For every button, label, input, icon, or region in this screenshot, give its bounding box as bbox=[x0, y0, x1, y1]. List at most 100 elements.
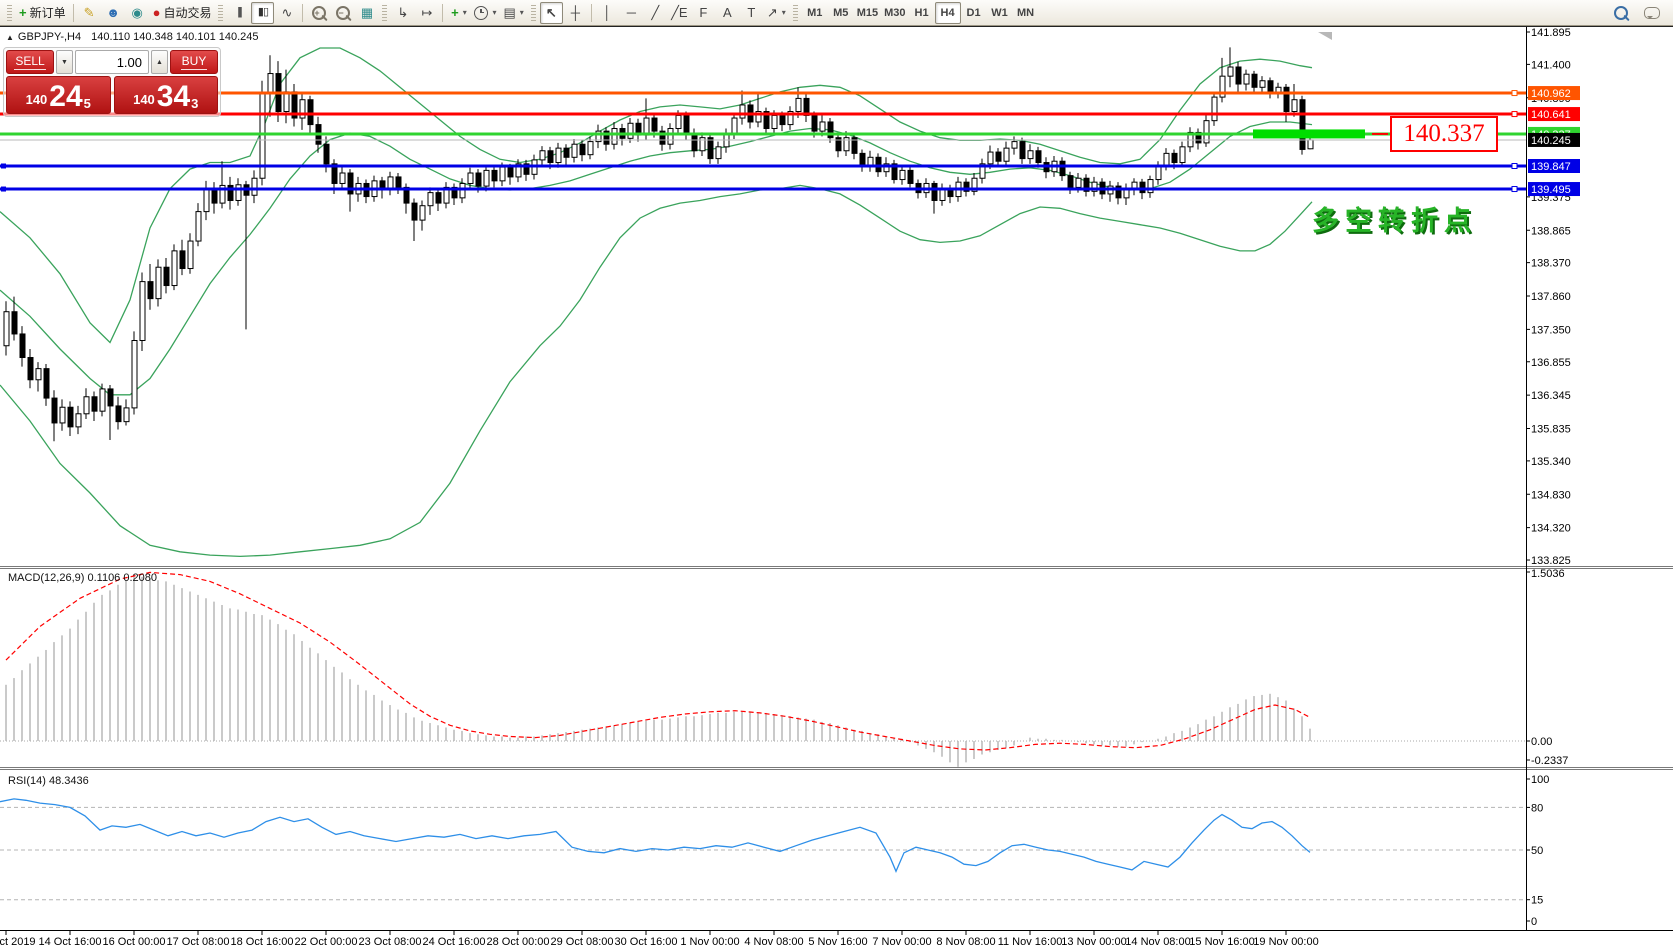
svg-text:14 Oct 16:00: 14 Oct 16:00 bbox=[39, 936, 102, 948]
arrows-tool-button[interactable]: ↗ ▾ bbox=[764, 2, 789, 24]
svg-text:138.865: 138.865 bbox=[1531, 225, 1571, 237]
sell-price-major: 140 bbox=[26, 92, 48, 107]
one-click-trade-panel: SELL ▼ ▲ BUY 140245 140343 bbox=[3, 47, 221, 117]
svg-text:16 Oct 00:00: 16 Oct 00:00 bbox=[103, 936, 166, 948]
time-axis bbox=[6, 931, 1286, 935]
volume-increase-button[interactable]: ▲ bbox=[151, 50, 168, 74]
svg-text:1.5036: 1.5036 bbox=[1531, 568, 1565, 580]
svg-text:136.855: 136.855 bbox=[1531, 357, 1571, 369]
sell-button[interactable]: SELL bbox=[6, 50, 54, 74]
spin-up-icon: ▲ bbox=[156, 59, 163, 66]
dropdown-icon: ▾ bbox=[520, 8, 524, 17]
toolbar: + 新订单 ✎ ☻ ◉ ● 自动交易 ||| ▮▯ ∿ + − ▦ ↳ ↦ + … bbox=[0, 0, 1673, 26]
zoom-in-button[interactable]: + bbox=[307, 2, 330, 24]
chart-canvas[interactable]: 141.895141.400140.890139.375138.865138.3… bbox=[0, 27, 1673, 951]
new-order-button[interactable]: + 新订单 bbox=[16, 2, 69, 24]
cursor-icon: ↖ bbox=[546, 6, 557, 19]
ohlc-values: 140.110 140.348 140.101 140.245 bbox=[91, 31, 258, 43]
svg-text:80: 80 bbox=[1531, 802, 1543, 814]
cursor-tool-button[interactable]: ↖ bbox=[540, 2, 563, 24]
periods-button[interactable]: ▾ bbox=[471, 2, 499, 24]
toolbar-grip[interactable] bbox=[7, 5, 12, 21]
highlight-band[interactable] bbox=[1253, 129, 1365, 138]
signals-button[interactable]: ◉ bbox=[126, 2, 149, 24]
chat-icon bbox=[1644, 7, 1660, 19]
autotrading-label: 自动交易 bbox=[163, 4, 211, 21]
symbol-name: GBPJPY-,H4 bbox=[18, 31, 81, 43]
svg-text:4 Nov 08:00: 4 Nov 08:00 bbox=[744, 936, 803, 948]
trendline-tool-button[interactable]: ╱ bbox=[644, 2, 667, 24]
svg-text:0: 0 bbox=[1531, 916, 1537, 928]
candlestick-chart-button[interactable]: ▮▯ bbox=[251, 2, 274, 24]
timeframe-M15[interactable]: M15 bbox=[854, 2, 881, 24]
tile-windows-icon: ▦ bbox=[361, 6, 373, 19]
text-label-tool-button[interactable]: T bbox=[740, 2, 763, 24]
crosshair-icon: ┼ bbox=[571, 6, 580, 19]
timeframe-W1[interactable]: W1 bbox=[987, 2, 1013, 24]
svg-text:137.860: 137.860 bbox=[1531, 291, 1571, 303]
autotrading-button[interactable]: ● 自动交易 bbox=[150, 2, 215, 24]
timeframe-M30[interactable]: M30 bbox=[881, 2, 908, 24]
timeframe-D1[interactable]: D1 bbox=[961, 2, 987, 24]
tile-windows-button[interactable]: ▦ bbox=[355, 2, 378, 24]
vertical-line-tool-button[interactable]: │ bbox=[596, 2, 619, 24]
chart-shift-button[interactable]: ↦ bbox=[415, 2, 438, 24]
svg-text:15: 15 bbox=[1531, 895, 1543, 907]
buy-price-box[interactable]: 140343 bbox=[114, 76, 219, 114]
horizontal-line-tool-button[interactable]: ─ bbox=[620, 2, 643, 24]
chat-button[interactable] bbox=[1640, 2, 1663, 24]
signal-icon: ◉ bbox=[131, 6, 142, 19]
indicators-button[interactable]: + ▾ bbox=[447, 2, 470, 24]
svg-text:17 Oct 08:00: 17 Oct 08:00 bbox=[167, 936, 230, 948]
svg-text:13 Nov 00:00: 13 Nov 00:00 bbox=[1061, 936, 1126, 948]
timeframe-M5[interactable]: M5 bbox=[828, 2, 854, 24]
buy-button[interactable]: BUY bbox=[170, 50, 218, 74]
svg-text:100: 100 bbox=[1531, 774, 1549, 786]
horizontal-line-icon: ─ bbox=[627, 6, 636, 19]
zoom-in-icon: + bbox=[312, 6, 326, 20]
chart-shift-icon: ↦ bbox=[422, 6, 433, 19]
terminal-icon: ☻ bbox=[106, 6, 120, 19]
svg-text:15 Nov 16:00: 15 Nov 16:00 bbox=[1189, 936, 1254, 948]
terminal-button[interactable]: ☻ bbox=[102, 2, 125, 24]
dropdown-icon: ▾ bbox=[492, 8, 496, 17]
bar-chart-button[interactable]: ||| bbox=[227, 2, 250, 24]
arrows-icon: ↗ bbox=[767, 6, 778, 19]
dropdown-icon: ▾ bbox=[463, 8, 467, 17]
fibonacci-tool-button[interactable]: F bbox=[692, 2, 715, 24]
add-indicator-icon: + bbox=[451, 6, 459, 19]
text-tool-button[interactable]: A bbox=[716, 2, 739, 24]
rsi-indicator-label: RSI(14) 48.3436 bbox=[8, 775, 89, 787]
sell-price-point: 5 bbox=[84, 96, 91, 111]
price-callout-label[interactable]: 140.337 bbox=[1390, 116, 1498, 152]
timeframe-H4[interactable]: H4 bbox=[935, 2, 961, 24]
autoscroll-button[interactable]: ↳ bbox=[391, 2, 414, 24]
svg-text:141.895: 141.895 bbox=[1531, 27, 1571, 39]
crosshair-tool-button[interactable]: ┼ bbox=[564, 2, 587, 24]
new-order-label: 新订单 bbox=[30, 4, 66, 21]
timeframe-H1[interactable]: H1 bbox=[909, 2, 935, 24]
sell-price-box[interactable]: 140245 bbox=[6, 76, 111, 114]
volume-decrease-button[interactable]: ▼ bbox=[56, 50, 73, 74]
search-button[interactable] bbox=[1609, 2, 1632, 24]
channel-tool-button[interactable]: ╱E bbox=[668, 2, 691, 24]
svg-text:134.830: 134.830 bbox=[1531, 489, 1571, 501]
svg-text:8 Nov 08:00: 8 Nov 08:00 bbox=[936, 936, 995, 948]
svg-text:138.370: 138.370 bbox=[1531, 258, 1571, 270]
line-chart-button[interactable]: ∿ bbox=[275, 2, 298, 24]
svg-text:29 Oct 08:00: 29 Oct 08:00 bbox=[551, 936, 614, 948]
svg-text:135.835: 135.835 bbox=[1531, 424, 1571, 436]
timeframe-M1[interactable]: M1 bbox=[802, 2, 828, 24]
volume-input[interactable] bbox=[75, 50, 149, 74]
timeframe-MN[interactable]: MN bbox=[1013, 2, 1039, 24]
svg-text:134.320: 134.320 bbox=[1531, 523, 1571, 535]
styler-button[interactable]: ✎ bbox=[78, 2, 101, 24]
svg-text:22 Oct 00:00: 22 Oct 00:00 bbox=[295, 936, 358, 948]
channel-icon: ╱E bbox=[671, 6, 688, 19]
zoom-out-button[interactable]: − bbox=[331, 2, 354, 24]
svg-text:133.825: 133.825 bbox=[1531, 555, 1571, 567]
templates-button[interactable]: ▤ ▾ bbox=[501, 2, 527, 24]
svg-text:0.00: 0.00 bbox=[1531, 736, 1552, 748]
svg-text:14 Nov 08:00: 14 Nov 08:00 bbox=[1125, 936, 1190, 948]
svg-text:11 Nov 16:00: 11 Nov 16:00 bbox=[998, 936, 1063, 948]
